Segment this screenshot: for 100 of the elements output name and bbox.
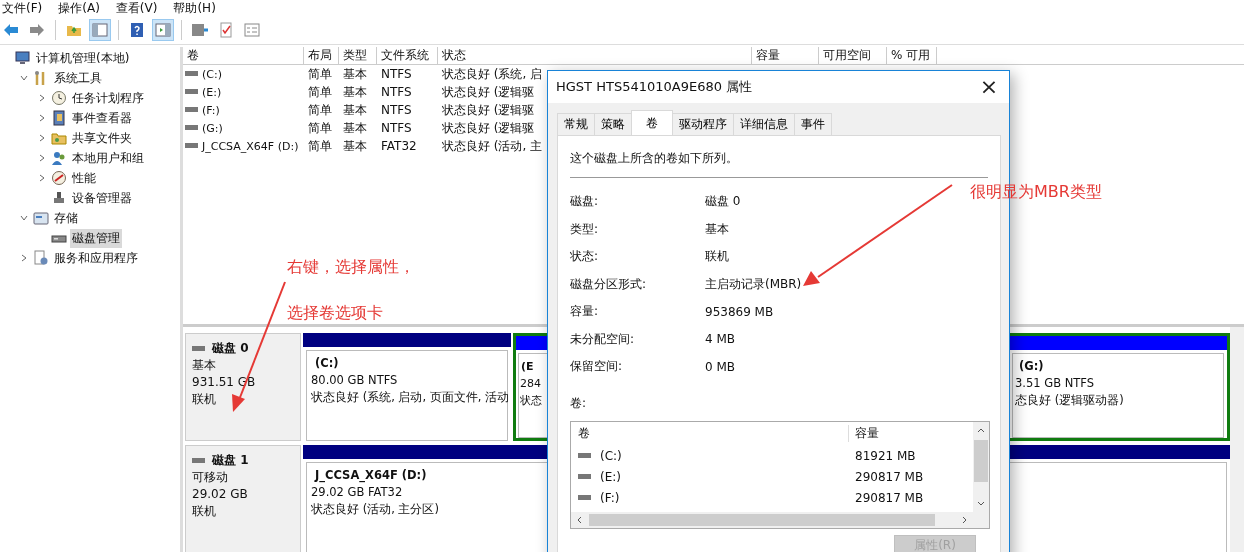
table-cell: 基本 xyxy=(343,119,367,137)
tree-item[interactable]: 共享文件夹 xyxy=(70,128,134,148)
table-cell: (C:) xyxy=(202,67,222,81)
drive-icon xyxy=(185,125,199,131)
gauge-icon xyxy=(51,170,67,186)
tree-item[interactable]: 系统工具 xyxy=(52,68,104,88)
column-header[interactable]: % 可用 xyxy=(887,47,937,64)
folder-icon xyxy=(51,130,67,146)
field-value: 4 MB xyxy=(705,332,736,347)
column-header[interactable]: 布局 xyxy=(304,47,339,64)
tree-item[interactable]: 任务计划程序 xyxy=(70,88,146,108)
forward-arrow-icon xyxy=(28,21,46,39)
table-cell: NTFS xyxy=(381,103,412,117)
partition-size: 80.00 GB NTFS xyxy=(311,372,398,389)
drive-icon xyxy=(578,474,592,480)
disk-name: 磁盘 1 xyxy=(212,452,249,469)
drive-icon xyxy=(192,345,206,352)
field-label: 容量: xyxy=(570,303,600,321)
users-icon xyxy=(51,150,67,166)
table-cell: 状态良好 (逻辑驱 xyxy=(442,83,535,101)
disk-status: 联机 xyxy=(192,391,217,408)
table-cell: 简单 xyxy=(308,137,332,155)
tree-item[interactable]: 本地用户和组 xyxy=(70,148,146,168)
drive-icon xyxy=(578,495,592,501)
tree-item[interactable]: 性能 xyxy=(70,168,98,188)
drive-icon xyxy=(192,457,206,464)
partition-title: (G:) xyxy=(1018,358,1044,375)
partition-status: 状态良好 (系统, 启动, 页面文件, 活动 xyxy=(311,389,510,406)
collapsed-chevron-icon[interactable] xyxy=(38,114,46,122)
table-cell: 状态良好 (系统, 启 xyxy=(442,65,543,83)
table-cell: J_CCSA_X64F (D:) xyxy=(202,139,299,153)
menu-item[interactable]: 操作(A) xyxy=(56,0,102,17)
table-cell: 状态良好 (逻辑驱 xyxy=(442,101,535,119)
tree-item[interactable]: 服务和应用程序 xyxy=(52,248,140,268)
field-value: 953869 MB xyxy=(705,304,774,319)
tree-item[interactable]: 存储 xyxy=(52,208,80,228)
partition-title: (C:) xyxy=(314,355,339,372)
table-cell: NTFS xyxy=(381,67,412,81)
collapsed-chevron-icon[interactable] xyxy=(20,254,28,262)
table-cell: (G:) xyxy=(202,121,223,135)
table-cell: 290817 MB xyxy=(855,470,924,484)
menu-item[interactable]: 查看(V) xyxy=(113,0,160,17)
column-header[interactable]: 类型 xyxy=(339,47,377,64)
column-header[interactable]: 可用空间 xyxy=(819,47,887,64)
field-value: 0 MB xyxy=(705,359,736,374)
table-cell: 简单 xyxy=(308,101,332,119)
partition-size: 29.02 GB FAT32 xyxy=(311,484,403,501)
drive-icon xyxy=(578,453,592,459)
drive-icon xyxy=(185,143,199,149)
storage-icon xyxy=(33,210,49,226)
dialog-title: HGST HTS541010A9E680 属性 xyxy=(556,78,753,96)
column-header[interactable]: 容量 xyxy=(752,47,819,64)
field-label: 保留空间: xyxy=(570,358,624,376)
column-header[interactable]: 卷 xyxy=(183,47,304,64)
table-cell: NTFS xyxy=(381,121,412,135)
disk-name: 磁盘 0 xyxy=(212,340,249,357)
tree-item[interactable]: 计算机管理(本地) xyxy=(34,48,132,68)
expanded-chevron-icon[interactable] xyxy=(20,74,28,82)
column-header[interactable]: 容量 xyxy=(849,425,879,442)
field-label: 未分配空间: xyxy=(570,330,636,348)
table-cell: (E:) xyxy=(202,85,222,99)
vertical-scrollbar[interactable] xyxy=(973,421,989,528)
menu-item[interactable]: 帮助(H) xyxy=(171,0,218,17)
tree-item[interactable]: 磁盘管理 xyxy=(70,228,122,248)
annotation-text: 右键，选择属性， xyxy=(287,257,415,278)
partition-size: 3.51 GB NTFS xyxy=(1015,375,1095,392)
disk-type: 可移动 xyxy=(192,469,229,486)
table-cell: (C:) xyxy=(600,449,622,463)
tree-pane-icon xyxy=(91,21,109,39)
column-header[interactable]: 文件系统 xyxy=(377,47,438,64)
tree-item[interactable]: 事件查看器 xyxy=(70,108,134,128)
drive-icon xyxy=(185,107,199,113)
tab[interactable]: 卷 xyxy=(631,110,673,135)
table-cell: (F:) xyxy=(600,491,620,505)
list-label: 卷: xyxy=(570,394,588,412)
menu-item[interactable]: 文件(F) xyxy=(0,0,45,17)
collapsed-chevron-icon[interactable] xyxy=(38,174,46,182)
column-header[interactable]: 状态 xyxy=(438,47,752,64)
table-cell: 状态良好 (逻辑驱 xyxy=(442,119,535,137)
services-icon xyxy=(33,250,49,266)
collapsed-chevron-icon[interactable] xyxy=(38,94,46,102)
drive-icon xyxy=(185,89,199,95)
tab[interactable]: 事件 xyxy=(794,113,832,135)
tab[interactable]: 常规 xyxy=(557,113,595,135)
device-icon xyxy=(51,190,67,206)
expanded-chevron-icon[interactable] xyxy=(20,214,28,222)
close-button[interactable]: × xyxy=(969,71,1009,103)
action-pane-icon xyxy=(154,21,172,39)
partition-status: 状态 xyxy=(520,393,542,409)
collapsed-chevron-icon[interactable] xyxy=(38,154,46,162)
table-cell: (F:) xyxy=(202,103,220,117)
scrollbar[interactable] xyxy=(1230,327,1244,552)
column-header[interactable]: 卷 xyxy=(571,425,849,442)
disk-type: 基本 xyxy=(192,357,217,374)
horizontal-scrollbar[interactable] xyxy=(571,511,973,528)
field-label: 类型: xyxy=(570,220,600,238)
tree-item[interactable]: 设备管理器 xyxy=(70,188,134,208)
collapsed-chevron-icon[interactable] xyxy=(38,134,46,142)
checklist-icon xyxy=(217,21,235,39)
disk-status: 联机 xyxy=(192,503,217,520)
